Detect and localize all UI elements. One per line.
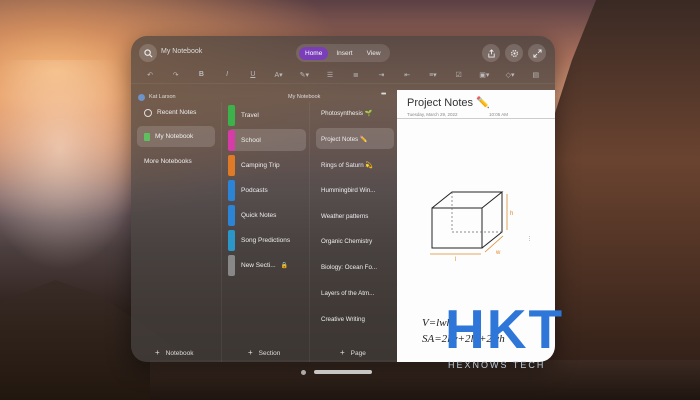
highlight-icon[interactable]: ✎▾ — [297, 71, 311, 79]
nav-my-notebook[interactable]: My Notebook — [137, 126, 215, 147]
nav-more-notebooks[interactable]: More Notebooks — [137, 151, 215, 172]
plus-icon: + — [248, 348, 253, 357]
watermark-subtext: HEXNOWS TECH — [448, 360, 546, 370]
page-hummingbird[interactable]: Hummingbird Win... — [316, 180, 394, 201]
clock-icon — [144, 108, 152, 117]
draw-icon[interactable]: ◇▾ — [503, 71, 517, 79]
add-page-label: Page — [350, 350, 366, 357]
section-label: Song Predictions — [241, 236, 291, 244]
notebook-title[interactable]: My Notebook — [161, 48, 202, 55]
section-podcasts[interactable]: Podcasts — [228, 179, 306, 201]
section-new-section[interactable]: New Secti... 🔒 — [228, 254, 306, 276]
sections-column: Travel School Camping Trip Podcasts Quic… — [221, 102, 308, 362]
page-layers-atmosphere[interactable]: Layers of the Atm... — [316, 283, 394, 304]
add-page-button[interactable]: + Page — [340, 348, 366, 357]
label-l: l — [455, 257, 456, 263]
section-label: Travel — [241, 111, 259, 119]
nav-recent-notes[interactable]: Recent Notes — [137, 102, 215, 123]
label-w: w — [495, 250, 501, 256]
page-creative-writing[interactable]: Creative Writing — [316, 309, 394, 330]
italic-icon[interactable]: I — [220, 71, 234, 78]
ribbon-tabs: Home Insert View — [296, 44, 390, 62]
hkt-watermark-logo: HKT HEXNOWS TECH — [445, 302, 605, 372]
section-quick-notes[interactable]: Quick Notes — [228, 204, 306, 226]
nav-item-label: More Notebooks — [144, 158, 192, 165]
text-color-icon[interactable]: A▾ — [272, 71, 286, 79]
section-school[interactable]: School — [228, 129, 306, 151]
pages-column: Photosynthesis 🌱 Project Notes ✏️ Rings … — [309, 102, 397, 362]
add-section-label: Section — [258, 350, 281, 357]
nav-item-label: Recent Notes — [157, 109, 197, 116]
window-grabber[interactable] — [314, 370, 372, 374]
section-label: Camping Trip — [241, 161, 280, 169]
settings-icon[interactable] — [505, 44, 523, 62]
lock-icon: 🔒 — [280, 262, 289, 269]
section-color-bar — [228, 104, 235, 126]
section-color-bar — [228, 129, 235, 151]
search-icon[interactable] — [139, 44, 157, 62]
outdent-icon[interactable]: ⇤ — [400, 71, 414, 79]
section-color-bar — [228, 204, 235, 226]
plus-icon: + — [340, 348, 345, 357]
section-label: New Secti... — [241, 261, 276, 269]
label-h: h — [510, 211, 513, 217]
plus-icon: + — [155, 348, 160, 357]
section-label: Quick Notes — [241, 211, 277, 219]
add-section-button[interactable]: + Section — [248, 348, 280, 357]
expand-icon[interactable] — [528, 44, 546, 62]
page-rings-of-saturn[interactable]: Rings of Saturn 💫 — [316, 154, 394, 175]
section-camping-trip[interactable]: Camping Trip — [228, 154, 306, 176]
section-color-bar — [228, 229, 235, 251]
ground-background — [150, 360, 700, 400]
page-organic-chemistry[interactable]: Organic Chemistry — [316, 231, 394, 252]
tab-view[interactable]: View — [361, 47, 387, 60]
section-color-bar — [228, 254, 235, 276]
clouds-background — [0, 60, 150, 280]
share-icon[interactable] — [482, 44, 500, 62]
current-notebook-label: My Notebook — [288, 94, 321, 100]
bold-icon[interactable]: B — [194, 71, 208, 78]
section-color-bar — [228, 154, 235, 176]
side-notes: ⋮ — [527, 236, 532, 242]
numbering-icon[interactable]: ≣ — [349, 71, 363, 79]
add-notebook-button[interactable]: + Notebook — [155, 348, 194, 357]
sticky-note-icon[interactable]: ▤ — [529, 71, 543, 79]
image-icon[interactable]: ▣▾ — [477, 71, 491, 79]
title-divider — [397, 116, 555, 119]
undo-icon[interactable]: ↶ — [143, 71, 157, 79]
page-photosynthesis[interactable]: Photosynthesis 🌱 — [316, 102, 394, 123]
notebook-icon — [144, 132, 150, 141]
avatar[interactable] — [138, 94, 145, 101]
page-biology-ocean[interactable]: Biology: Ocean Fo... — [316, 257, 394, 278]
section-song-predictions[interactable]: Song Predictions — [228, 229, 306, 251]
note-title[interactable]: Project Notes ✏️ — [407, 96, 490, 109]
more-options-icon[interactable]: ••• — [381, 91, 386, 98]
redo-icon[interactable]: ↷ — [169, 71, 183, 79]
section-label: Podcasts — [241, 186, 268, 194]
align-icon[interactable]: ≡▾ — [426, 71, 440, 79]
tab-insert[interactable]: Insert — [330, 47, 358, 60]
user-name[interactable]: Kat Larson — [149, 94, 176, 100]
bullets-icon[interactable]: ☰ — [323, 71, 337, 79]
page-project-notes[interactable]: Project Notes ✏️ — [316, 128, 394, 149]
nav-item-label: My Notebook — [155, 133, 194, 140]
section-color-bar — [228, 179, 235, 201]
user-row: Kat Larson My Notebook ••• — [131, 88, 397, 102]
section-travel[interactable]: Travel — [228, 104, 306, 126]
formatting-toolbar: ↶ ↷ B I U A▾ ✎▾ ☰ ≣ ⇥ ⇤ ≡▾ ☑ ▣▾ ◇▾ ▤ — [131, 66, 555, 84]
underline-icon[interactable]: U — [246, 71, 260, 78]
notebooks-column: Recent Notes My Notebook More Notebooks … — [131, 102, 219, 362]
section-label: School — [241, 136, 261, 144]
indent-icon[interactable]: ⇥ — [374, 71, 388, 79]
add-notebook-label: Notebook — [165, 350, 194, 357]
top-bar: My Notebook Home Insert View — [131, 36, 555, 70]
page-weather-patterns[interactable]: Weather patterns — [316, 206, 394, 227]
watermark-text: HKT — [445, 298, 565, 360]
checkbox-icon[interactable]: ☑ — [452, 71, 466, 79]
window-dot[interactable] — [301, 370, 306, 375]
tab-home[interactable]: Home — [299, 46, 329, 60]
